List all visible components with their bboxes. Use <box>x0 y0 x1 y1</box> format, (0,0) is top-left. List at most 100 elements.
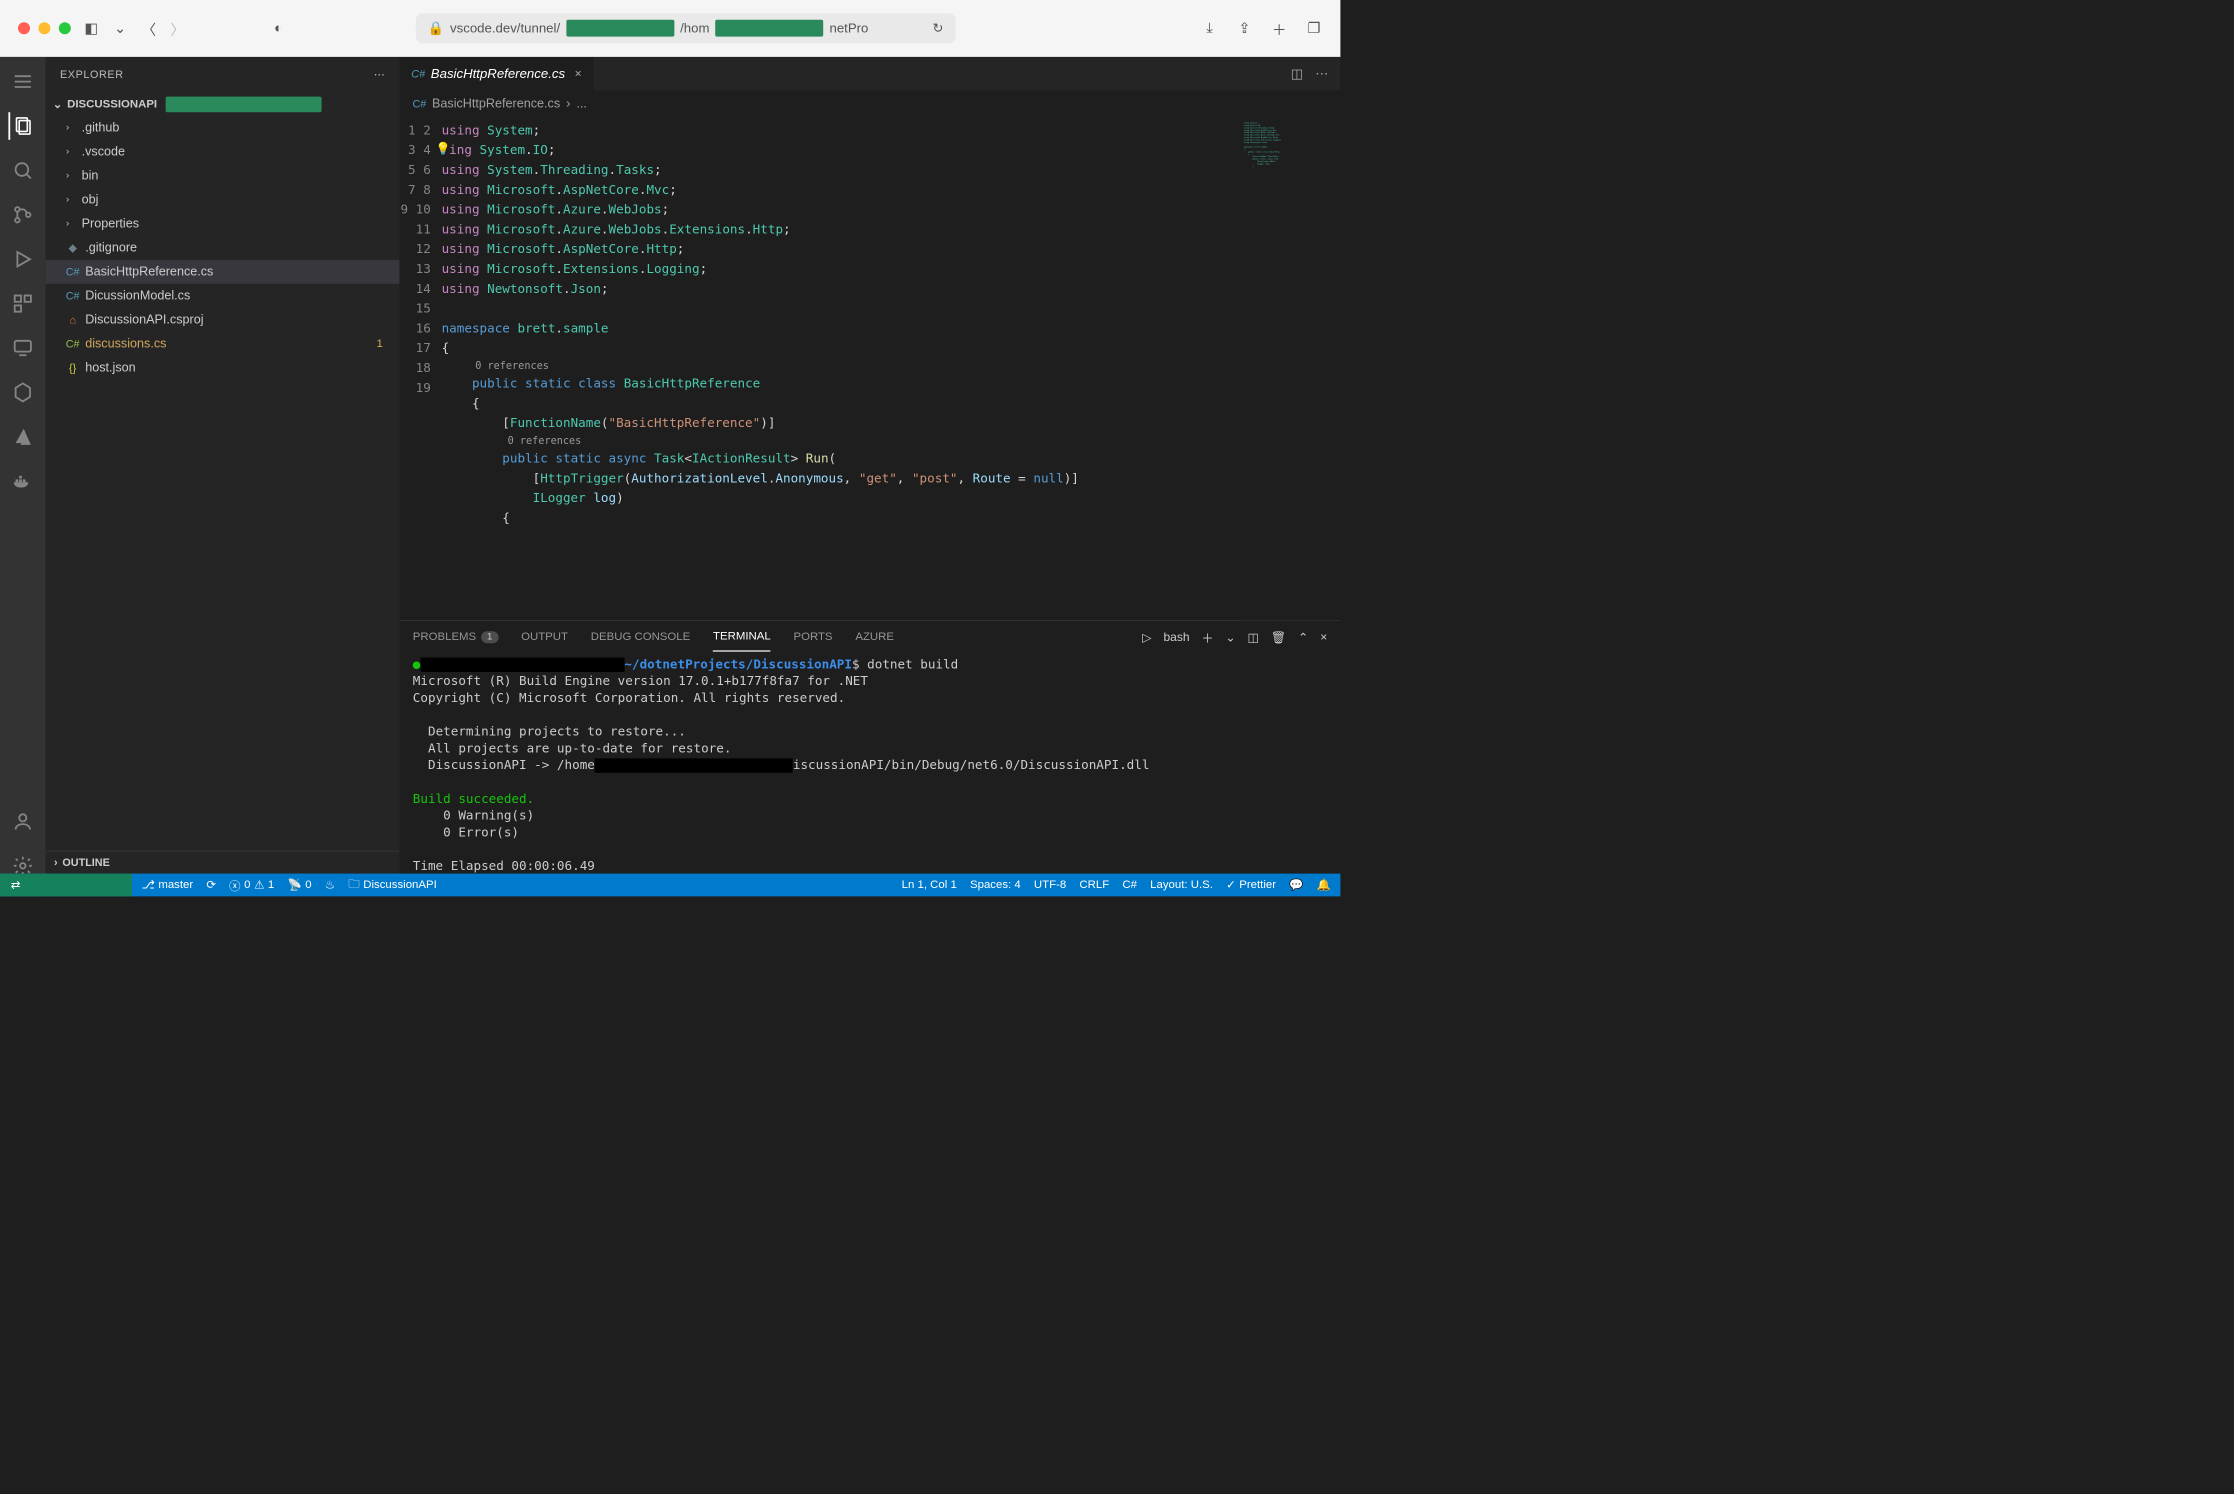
minimap[interactable]: using System; using System.IO; using Sys… <box>1238 117 1340 620</box>
more-icon[interactable]: ⋯ <box>374 68 385 81</box>
split-terminal-icon[interactable]: ◫ <box>1248 630 1259 645</box>
folder-properties[interactable]: ›Properties <box>46 212 400 236</box>
close-icon[interactable]: × <box>1320 630 1327 644</box>
chevron-down-icon[interactable]: ⌄ <box>1225 630 1235 645</box>
csharp-icon: C# <box>413 97 426 110</box>
run-debug-icon[interactable] <box>9 245 37 273</box>
chevron-right-icon: › <box>66 122 76 133</box>
file-gitignore[interactable]: ◆.gitignore <box>46 236 400 260</box>
more-icon[interactable]: ⋯ <box>1315 66 1328 82</box>
outline-section[interactable]: ›OUTLINE <box>46 851 400 874</box>
folder-obj[interactable]: ›obj <box>46 188 400 212</box>
remote-indicator[interactable]: ⇄ <box>0 874 132 897</box>
indentation[interactable]: Spaces: 4 <box>970 878 1021 891</box>
minimize-window-icon[interactable] <box>38 22 50 34</box>
tab-azure[interactable]: AZURE <box>855 623 894 651</box>
json-icon: {} <box>66 361 79 374</box>
folder-indicator[interactable]: 🗀DiscussionAPI <box>348 875 437 894</box>
window-controls <box>18 22 71 34</box>
workspace-root[interactable]: ⌄ DISCUSSIONAPI <box>46 93 400 116</box>
language-mode[interactable]: C# <box>1122 878 1137 891</box>
url-suffix: netPro <box>829 20 868 36</box>
csharp-icon: C# <box>66 265 79 278</box>
close-icon[interactable]: × <box>575 67 582 81</box>
line-gutter: 1 2 3 4 5 6 7 8 9 10 11 12 13 14 15 16 1… <box>400 117 442 620</box>
extensions-icon[interactable] <box>9 290 37 318</box>
ports-indicator[interactable]: 📡0 <box>287 878 311 892</box>
source-control-icon[interactable] <box>9 201 37 229</box>
sidebar-toggle-icon[interactable]: ◧ <box>83 20 100 37</box>
breadcrumb[interactable]: C# BasicHttpReference.cs › ... <box>400 91 1341 117</box>
reload-icon[interactable]: ↻ <box>933 20 944 36</box>
redacted-path <box>715 20 823 37</box>
branch-indicator[interactable]: ⎇master <box>142 878 194 892</box>
remote-explorer-icon[interactable] <box>9 334 37 362</box>
file-discussions[interactable]: C#discussions.cs1 <box>46 332 400 356</box>
hex-icon[interactable] <box>9 379 37 407</box>
trash-icon[interactable]: 🗑 <box>1271 630 1286 645</box>
folder-bin[interactable]: ›bin <box>46 164 400 188</box>
tab-label: BasicHttpReference.cs <box>431 66 565 82</box>
tab-output[interactable]: OUTPUT <box>521 623 568 651</box>
chevron-right-icon: › <box>66 170 76 181</box>
folder-vscode[interactable]: ›.vscode <box>46 140 400 164</box>
docker-icon[interactable] <box>9 467 37 495</box>
folder-icon: 🗀 <box>348 875 359 894</box>
tab-terminal[interactable]: TERMINAL <box>713 623 771 652</box>
encoding[interactable]: UTF-8 <box>1034 878 1066 891</box>
sync-icon[interactable]: ⟳ <box>206 878 216 892</box>
account-icon[interactable] <box>9 808 37 836</box>
chevron-up-icon[interactable]: ⌃ <box>1298 630 1308 645</box>
file-csproj[interactable]: ⌂DiscussionAPI.csproj <box>46 308 400 332</box>
eol[interactable]: CRLF <box>1079 878 1109 891</box>
tab-problems[interactable]: PROBLEMS1 <box>413 623 499 651</box>
codelens[interactable]: 0 references <box>442 433 1239 449</box>
flame-icon[interactable]: ♨ <box>325 878 335 892</box>
chevron-right-icon: › <box>66 218 76 229</box>
download-icon[interactable]: ⤓ <box>1201 20 1218 37</box>
close-window-icon[interactable] <box>18 22 30 34</box>
lightbulb-icon[interactable]: 💡 <box>436 141 451 156</box>
menu-icon[interactable] <box>9 68 37 96</box>
modified-badge: 1 <box>376 337 382 350</box>
file-dicussionmodel[interactable]: C#DicussionModel.cs <box>46 284 400 308</box>
maximize-window-icon[interactable] <box>59 22 71 34</box>
tab-basichttpreference[interactable]: C# BasicHttpReference.cs × <box>400 57 595 91</box>
keyboard-layout[interactable]: Layout: U.S. <box>1150 878 1213 891</box>
error-icon: ⓧ <box>229 877 240 893</box>
explorer-icon[interactable] <box>8 112 36 140</box>
feedback-icon[interactable]: 💬 <box>1289 878 1303 892</box>
back-icon[interactable]: 〈 <box>140 20 157 37</box>
azure-icon[interactable] <box>9 423 37 451</box>
search-icon[interactable] <box>9 157 37 185</box>
share-icon[interactable]: ⇪ <box>1236 20 1253 37</box>
tabs-icon[interactable]: ❐ <box>1306 20 1323 37</box>
editor[interactable]: 1 2 3 4 5 6 7 8 9 10 11 12 13 14 15 16 1… <box>400 117 1341 620</box>
new-tab-icon[interactable]: ＋ <box>1271 20 1288 37</box>
file-hostjson[interactable]: {}host.json <box>46 356 400 380</box>
chevron-down-icon: ⌄ <box>53 98 63 112</box>
file-explorer[interactable]: ⌄ DISCUSSIONAPI ›.github ›.vscode ›bin ›… <box>46 92 400 851</box>
shield-icon[interactable]: ◐ <box>270 20 287 37</box>
folder-github[interactable]: ›.github <box>46 116 400 140</box>
url-bar[interactable]: 🔒 vscode.dev/tunnel/ /hom netPro ↻ <box>416 13 956 43</box>
bell-icon[interactable]: 🔔 <box>1317 878 1331 892</box>
terminal-shell-icon[interactable]: ▷ <box>1142 630 1151 645</box>
forward-icon[interactable]: 〉 <box>169 20 186 37</box>
file-basichttpreference[interactable]: C#BasicHttpReference.cs <box>46 260 400 284</box>
split-editor-icon[interactable]: ◫ <box>1291 66 1303 82</box>
new-terminal-icon[interactable]: ＋ <box>1201 629 1213 646</box>
shell-name[interactable]: bash <box>1163 630 1189 644</box>
cursor-position[interactable]: Ln 1, Col 1 <box>902 878 957 891</box>
chevron-down-icon[interactable]: ⌄ <box>112 20 129 37</box>
lock-icon: 🔒 <box>428 20 444 36</box>
breadcrumb-file: BasicHttpReference.cs <box>432 97 560 111</box>
terminal-body[interactable]: ●~/dotnetProjects/DiscussionAPI$ dotnet … <box>400 653 1341 896</box>
codelens[interactable]: 0 references <box>442 358 1239 374</box>
errors-warnings[interactable]: ⓧ0 ⚠1 <box>229 877 274 893</box>
tab-ports[interactable]: PORTS <box>793 623 832 651</box>
sidebar-header: EXPLORER ⋯ <box>46 57 400 92</box>
code-content[interactable]: using System; ing System.IO; using Syste… <box>442 117 1239 620</box>
tab-debug-console[interactable]: DEBUG CONSOLE <box>591 623 690 651</box>
prettier-indicator[interactable]: ✓Prettier <box>1226 878 1276 892</box>
